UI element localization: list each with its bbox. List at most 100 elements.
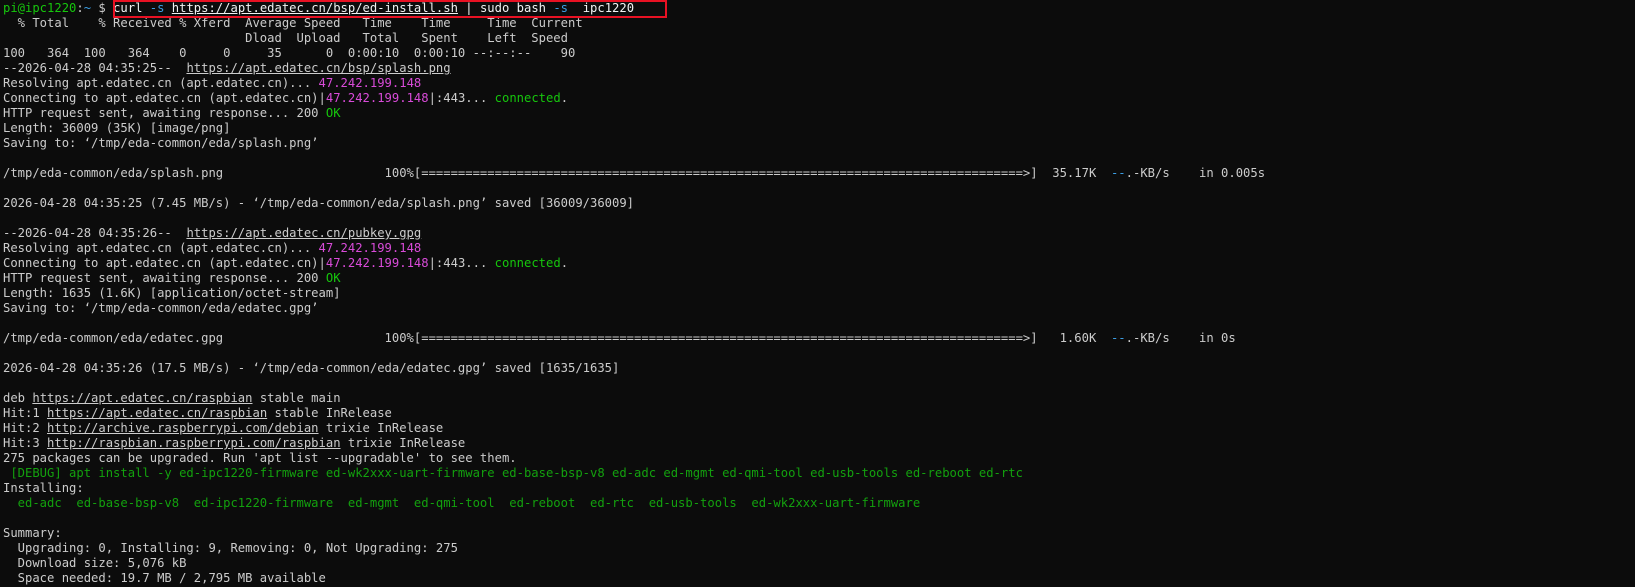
output-line: /tmp/eda-common/eda/edatec.gpg 100%[====… bbox=[0, 331, 1635, 346]
url-link[interactable]: https://apt.edatec.cn/pubkey.gpg bbox=[186, 226, 421, 240]
text-segment: 275 packages can be upgraded. Run 'apt l… bbox=[3, 451, 517, 465]
text-segment: stable InRelease bbox=[267, 406, 392, 420]
text-segment: Length: 1635 (1.6K) [application/octet-s… bbox=[3, 286, 341, 300]
text-segment: trixie InRelease bbox=[318, 421, 444, 435]
text-segment: Saving to: ‘/tmp/eda-common/eda/edatec.g… bbox=[3, 301, 319, 315]
text-segment: [DEBUG] apt install -y ed-ipc1220-firmwa… bbox=[3, 466, 1023, 480]
text-segment: 100 364 100 364 0 0 35 0 0:00:10 0:00:10… bbox=[3, 46, 576, 60]
url-link[interactable]: http://raspbian.raspberrypi.com/raspbian bbox=[47, 436, 341, 450]
output-line: /tmp/eda-common/eda/splash.png 100%[====… bbox=[0, 166, 1635, 181]
output-line: ed-adc ed-base-bsp-v8 ed-ipc1220-firmwar… bbox=[0, 496, 1635, 511]
text-segment: ed-adc ed-base-bsp-v8 ed-ipc1220-firmwar… bbox=[3, 496, 921, 510]
text-segment: Saving to: ‘/tmp/eda-common/eda/splash.p… bbox=[3, 136, 319, 150]
output-line: Connecting to apt.edatec.cn (apt.edatec.… bbox=[0, 256, 1635, 271]
text-segment: . bbox=[560, 256, 569, 270]
terminal-window[interactable]: pi@ipc1220:~ $ curl -s https://apt.edate… bbox=[0, 0, 1635, 587]
url-link[interactable]: https://apt.edatec.cn/raspbian bbox=[32, 391, 252, 405]
text-segment: Connecting to apt.edatec.cn (apt.edatec.… bbox=[3, 91, 326, 105]
output-line: HTTP request sent, awaiting response... … bbox=[0, 106, 1635, 121]
text-segment: .-KB/s in 0s bbox=[1125, 331, 1236, 345]
text-segment: Installing: bbox=[3, 481, 84, 495]
output-line: 100 364 100 364 0 0 35 0 0:00:10 0:00:10… bbox=[0, 46, 1635, 61]
text-segment: stable main bbox=[252, 391, 341, 405]
output-line: % Total % Received % Xferd Average Speed… bbox=[0, 16, 1635, 31]
text-segment: Length: 36009 (35K) [image/png] bbox=[3, 121, 231, 135]
text-segment: deb bbox=[3, 391, 33, 405]
output-line: Download size: 5,076 kB bbox=[0, 556, 1635, 571]
text-segment: .-KB/s in 0.005s bbox=[1125, 166, 1266, 180]
output-line: [DEBUG] apt install -y ed-ipc1220-firmwa… bbox=[0, 466, 1635, 481]
text-segment: OK bbox=[325, 106, 341, 120]
text-segment: 2026-04-28 04:35:25 (7.45 MB/s) - ‘/tmp/… bbox=[3, 196, 635, 210]
text-segment: Space needed: 19.7 MB / 2,795 MB availab… bbox=[3, 571, 326, 585]
output-line: Installing: bbox=[0, 481, 1635, 496]
output-line: Length: 1635 (1.6K) [application/octet-s… bbox=[0, 286, 1635, 301]
text-segment: . bbox=[560, 91, 569, 105]
output-line: Hit:1 https://apt.edatec.cn/raspbian sta… bbox=[0, 406, 1635, 421]
text-segment: ~ bbox=[83, 1, 92, 15]
command-line: pi@ipc1220:~ $ curl -s https://apt.edate… bbox=[0, 1, 1635, 16]
text-segment: Upgrading: 0, Installing: 9, Removing: 0… bbox=[3, 541, 458, 555]
output-line: deb https://apt.edatec.cn/raspbian stabl… bbox=[0, 391, 1635, 406]
output-line: Space needed: 19.7 MB / 2,795 MB availab… bbox=[0, 571, 1635, 586]
output-line: Summary: bbox=[0, 526, 1635, 541]
text-segment: -s bbox=[553, 1, 576, 15]
text-segment: pi@ipc1220 bbox=[3, 1, 77, 15]
text-segment: $ bbox=[91, 1, 114, 15]
url-link[interactable]: http://archive.raspberrypi.com/debian bbox=[47, 421, 319, 435]
text-segment: Hit:3 bbox=[3, 436, 48, 450]
text-segment: Resolving apt.edatec.cn (apt.edatec.cn).… bbox=[3, 241, 319, 255]
url-link[interactable]: https://apt.edatec.cn/bsp/splash.png bbox=[186, 61, 450, 75]
output-line: Saving to: ‘/tmp/eda-common/eda/edatec.g… bbox=[0, 301, 1635, 316]
text-segment: HTTP request sent, awaiting response... … bbox=[3, 106, 326, 120]
output-line: Dload Upload Total Spent Left Speed bbox=[0, 31, 1635, 46]
text-segment: 47.242.199.148 bbox=[325, 91, 429, 105]
output-line: HTTP request sent, awaiting response... … bbox=[0, 271, 1635, 286]
output-line: Upgrading: 0, Installing: 9, Removing: 0… bbox=[0, 541, 1635, 556]
text-segment: -- bbox=[1110, 331, 1126, 345]
text-segment: HTTP request sent, awaiting response... … bbox=[3, 271, 326, 285]
text-segment: : bbox=[76, 1, 84, 15]
text-segment: connected bbox=[494, 91, 561, 105]
output-line: Hit:2 http://archive.raspberrypi.com/deb… bbox=[0, 421, 1635, 436]
text-segment: OK bbox=[325, 271, 341, 285]
text-segment: ipc1220 bbox=[575, 1, 635, 15]
text-segment: | sudo bash bbox=[457, 1, 554, 15]
output-line: Hit:3 http://raspbian.raspberrypi.com/ra… bbox=[0, 436, 1635, 451]
text-segment: /tmp/eda-common/eda/edatec.gpg 100%[====… bbox=[3, 331, 1111, 345]
text-segment: 2026-04-28 04:35:26 (17.5 MB/s) - ‘/tmp/… bbox=[3, 361, 620, 375]
output-line: 2026-04-28 04:35:26 (17.5 MB/s) - ‘/tmp/… bbox=[0, 361, 1635, 376]
text-segment: -s bbox=[149, 1, 172, 15]
text-segment: Hit:2 bbox=[3, 421, 48, 435]
text-segment: 47.242.199.148 bbox=[318, 241, 422, 255]
text-segment: 47.242.199.148 bbox=[325, 256, 429, 270]
text-segment: /tmp/eda-common/eda/splash.png 100%[====… bbox=[3, 166, 1111, 180]
output-line: 275 packages can be upgraded. Run 'apt l… bbox=[0, 451, 1635, 466]
output-line: Saving to: ‘/tmp/eda-common/eda/splash.p… bbox=[0, 136, 1635, 151]
text-segment: --2026-04-28 04:35:26-- bbox=[3, 226, 187, 240]
text-segment: Summary: bbox=[3, 526, 62, 540]
text-segment: |:443... bbox=[428, 256, 495, 270]
output-line: Length: 36009 (35K) [image/png] bbox=[0, 121, 1635, 136]
text-segment: Resolving apt.edatec.cn (apt.edatec.cn).… bbox=[3, 76, 319, 90]
terminal-output: pi@ipc1220:~ $ curl -s https://apt.edate… bbox=[0, 1, 1635, 586]
output-line: Connecting to apt.edatec.cn (apt.edatec.… bbox=[0, 91, 1635, 106]
text-segment: Hit:1 bbox=[3, 406, 48, 420]
text-segment: curl bbox=[113, 1, 150, 15]
text-segment: % Total % Received % Xferd Average Speed… bbox=[3, 16, 583, 30]
url-link[interactable]: https://apt.edatec.cn/raspbian bbox=[47, 406, 267, 420]
output-line: 2026-04-28 04:35:25 (7.45 MB/s) - ‘/tmp/… bbox=[0, 196, 1635, 211]
text-segment: Download size: 5,076 kB bbox=[3, 556, 187, 570]
output-line: --2026-04-28 04:35:26-- https://apt.edat… bbox=[0, 226, 1635, 241]
text-segment: -- bbox=[1110, 166, 1126, 180]
url-link[interactable]: https://apt.edatec.cn/bsp/ed-install.sh bbox=[172, 1, 458, 15]
text-segment: Connecting to apt.edatec.cn (apt.edatec.… bbox=[3, 256, 326, 270]
output-line: --2026-04-28 04:35:25-- https://apt.edat… bbox=[0, 61, 1635, 76]
output-line: Resolving apt.edatec.cn (apt.edatec.cn).… bbox=[0, 241, 1635, 256]
